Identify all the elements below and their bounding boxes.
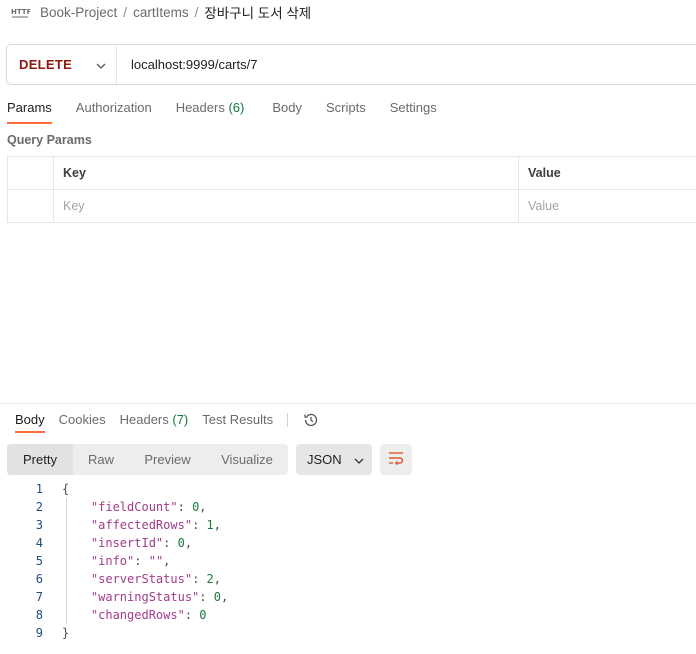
code-line: 8 "changedRows": 0 <box>0 606 696 624</box>
line-number: 9 <box>35 626 43 640</box>
format-label: JSON <box>307 452 342 467</box>
tab-authorization[interactable]: Authorization <box>76 98 152 128</box>
method-select[interactable]: DELETE <box>7 45 117 84</box>
breadcrumb-separator: / <box>194 4 199 20</box>
breadcrumb: HTTP Book-Project / cartItems / 장바구니 도서 … <box>10 0 311 24</box>
chevron-down-icon <box>96 57 106 72</box>
param-key-input[interactable]: Key <box>53 190 518 222</box>
json-key: "warningStatus" <box>90 590 200 604</box>
code-line: 4 "insertId": 0, <box>0 534 696 552</box>
table-header-row: Key Value <box>7 157 696 190</box>
method-label: DELETE <box>19 57 73 72</box>
json-key: "fieldCount" <box>90 500 178 514</box>
value-column-header: Value <box>518 157 696 189</box>
json-key: "info" <box>90 554 135 568</box>
headers-count: (6) <box>228 100 245 115</box>
query-params-table: Key Value Key Value <box>7 156 696 223</box>
http-request-icon: HTTP <box>10 3 30 21</box>
line-number: 7 <box>35 590 43 604</box>
divider <box>287 413 289 427</box>
json-key: "affectedRows" <box>90 518 193 532</box>
json-value: "" <box>148 554 164 568</box>
line-number: 3 <box>35 518 43 532</box>
json-key: "insertId" <box>90 536 164 550</box>
line-number: 1 <box>35 482 43 496</box>
request-name[interactable]: 장바구니 도서 삭제 <box>204 2 311 22</box>
code-line: 5 "info": "", <box>0 552 696 570</box>
tab-headers[interactable]: Headers (6) <box>176 98 245 128</box>
response-tabs: Body Cookies Headers (7) Test Results <box>15 410 320 436</box>
breadcrumb-folder[interactable]: cartItems <box>133 5 189 20</box>
view-mode-group: Pretty Raw Preview Visualize <box>7 444 288 475</box>
param-value-input[interactable]: Value <box>518 190 696 222</box>
code-line: 1 { <box>0 480 696 498</box>
breadcrumb-collection[interactable]: Book-Project <box>40 5 117 20</box>
code-line: 3 "affectedRows": 1, <box>0 516 696 534</box>
response-divider[interactable] <box>0 403 696 404</box>
response-tab-cookies[interactable]: Cookies <box>59 410 106 433</box>
code-line: 2 "fieldCount": 0, <box>0 498 696 516</box>
request-tabs: Params Authorization Headers (6) Body Sc… <box>7 98 437 128</box>
json-value: 0 <box>177 536 185 550</box>
wrap-lines-icon <box>388 451 404 468</box>
tab-settings[interactable]: Settings <box>390 98 437 128</box>
line-number: 6 <box>35 572 43 586</box>
url-bar: DELETE localhost:9999/carts/7 <box>6 44 696 85</box>
response-headers-count: (7) <box>172 412 189 427</box>
tab-scripts[interactable]: Scripts <box>326 98 366 128</box>
checkbox-column <box>7 157 53 189</box>
tab-params[interactable]: Params <box>7 98 52 124</box>
row-checkbox[interactable] <box>7 190 53 222</box>
code-line: 9 } <box>0 624 696 642</box>
json-value: 0 <box>213 590 221 604</box>
response-body[interactable]: 1 { 2 "fieldCount": 0, 3 "affectedRows":… <box>0 480 696 642</box>
view-raw-button[interactable]: Raw <box>73 444 129 475</box>
format-select[interactable]: JSON <box>296 444 372 475</box>
response-tab-body[interactable]: Body <box>15 410 45 433</box>
breadcrumb-separator: / <box>123 4 128 20</box>
json-value: 0 <box>199 608 207 622</box>
line-number: 8 <box>35 608 43 622</box>
view-visualize-button[interactable]: Visualize <box>206 444 288 475</box>
json-key: "serverStatus" <box>90 572 193 586</box>
view-pretty-button[interactable]: Pretty <box>7 444 73 475</box>
line-number: 4 <box>35 536 43 550</box>
json-key: "changedRows" <box>90 608 185 622</box>
chevron-down-icon <box>354 452 364 467</box>
json-value: 2 <box>206 572 214 586</box>
line-number: 5 <box>35 554 43 568</box>
key-column-header: Key <box>53 157 518 189</box>
query-params-title: Query Params <box>7 133 92 147</box>
url-input[interactable]: localhost:9999/carts/7 <box>131 57 257 72</box>
line-number: 2 <box>35 500 43 514</box>
svg-text:HTTP: HTTP <box>11 8 30 16</box>
table-row: Key Value <box>7 190 696 223</box>
response-tab-headers[interactable]: Headers (7) <box>120 410 189 433</box>
json-value: 1 <box>206 518 214 532</box>
view-preview-button[interactable]: Preview <box>129 444 206 475</box>
code-line: 6 "serverStatus": 2, <box>0 570 696 588</box>
code-line: 7 "warningStatus": 0, <box>0 588 696 606</box>
history-icon[interactable] <box>302 411 320 432</box>
response-tab-test-results[interactable]: Test Results <box>202 410 273 433</box>
wrap-lines-button[interactable] <box>380 444 412 475</box>
tab-body[interactable]: Body <box>272 98 302 128</box>
